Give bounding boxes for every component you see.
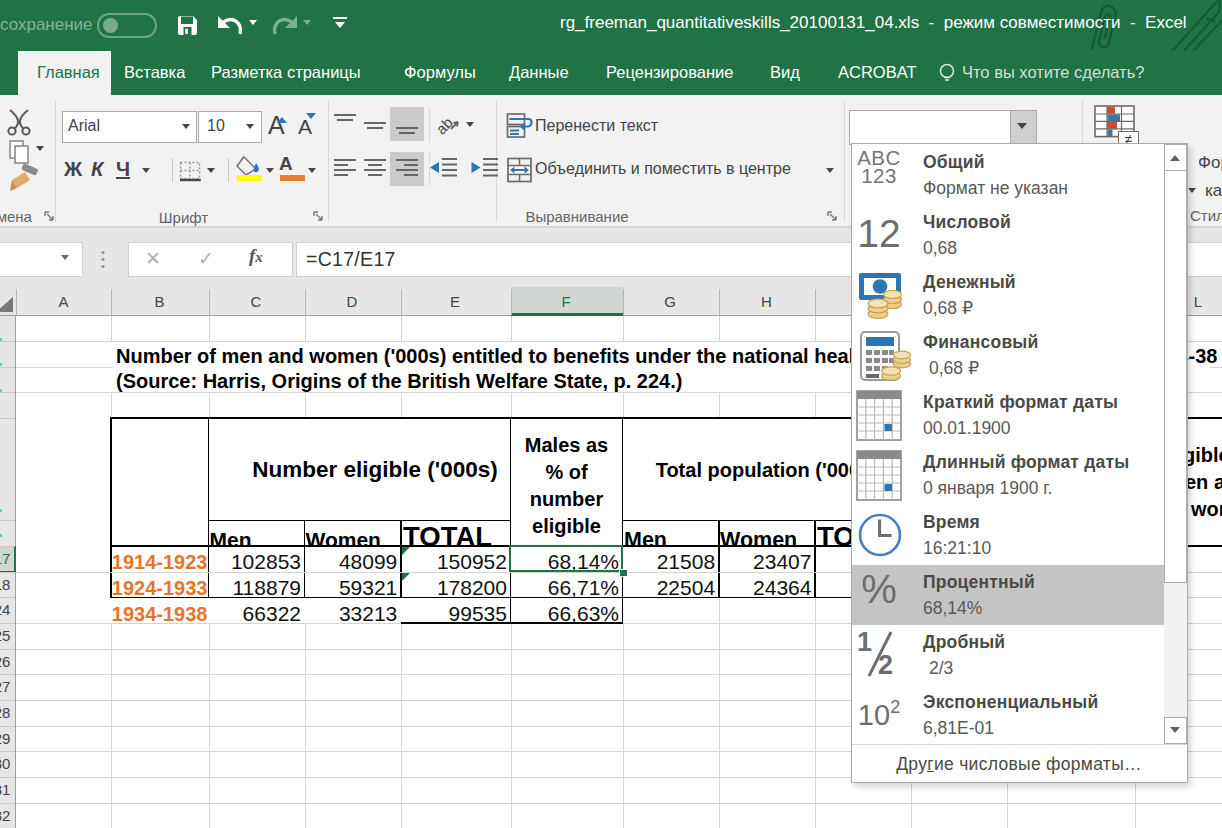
svg-text:ab: ab [437, 114, 456, 137]
